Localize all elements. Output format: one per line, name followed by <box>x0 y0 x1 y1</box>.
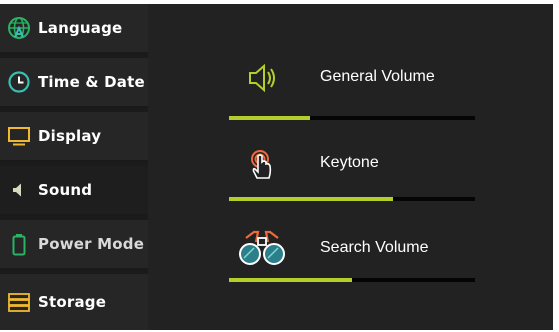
keytone-fill <box>229 197 393 201</box>
settings-panel: Language Time & Date Display Sound Power… <box>0 4 553 330</box>
speaker-volume-icon <box>244 58 284 98</box>
sidebar-item-label: Language <box>38 19 123 37</box>
sidebar: Language Time & Date Display Sound Power… <box>0 4 148 330</box>
battery-icon <box>7 232 31 256</box>
search-volume-slider[interactable] <box>229 278 475 282</box>
sidebar-item-sound[interactable]: Sound <box>0 166 148 216</box>
sidebar-item-label: Display <box>38 127 102 145</box>
sidebar-item-storage[interactable]: Storage <box>0 274 148 330</box>
general-volume-label: General Volume <box>320 68 435 85</box>
monitor-icon <box>7 124 31 148</box>
keytone-label: Keytone <box>320 154 379 171</box>
sidebar-item-label: Time & Date <box>38 73 145 91</box>
sidebar-item-display[interactable]: Display <box>0 112 148 162</box>
sound-settings: General Volume Keytone Search Volume <box>152 4 553 330</box>
search-volume-fill <box>229 278 352 282</box>
clock-icon <box>7 70 31 94</box>
sidebar-item-language[interactable]: Language <box>0 4 148 54</box>
keytone-slider[interactable] <box>229 197 475 201</box>
speaker-icon <box>7 178 31 202</box>
sidebar-item-label: Storage <box>38 293 107 311</box>
sidebar-item-label: Sound <box>38 181 93 199</box>
globe-icon <box>7 16 31 40</box>
sidebar-item-power-mode[interactable]: Power Mode <box>0 220 148 270</box>
general-volume-fill <box>229 116 311 120</box>
sidebar-item-time-date[interactable]: Time & Date <box>0 58 148 108</box>
storage-icon <box>7 290 31 314</box>
sidebar-item-label: Power Mode <box>38 235 145 253</box>
binoculars-icon <box>236 228 288 268</box>
search-volume-label: Search Volume <box>320 239 429 256</box>
touch-hand-icon <box>242 144 282 184</box>
settings-screen: Language Time & Date Display Sound Power… <box>0 0 559 332</box>
general-volume-slider[interactable] <box>229 116 475 120</box>
